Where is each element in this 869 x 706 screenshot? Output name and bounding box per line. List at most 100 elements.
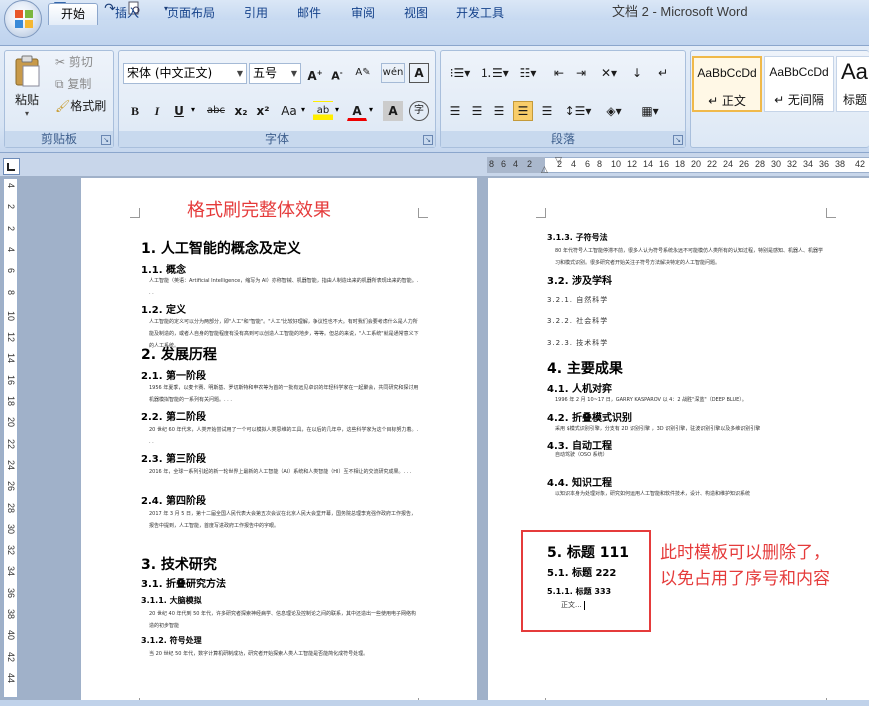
heading-2[interactable]: 2.1. 第一阶段 xyxy=(141,367,206,382)
tab-developer[interactable]: 开发工具 xyxy=(454,3,506,25)
heading-2[interactable]: 2.2. 第二阶段 xyxy=(141,408,206,423)
align-right-icon[interactable]: ☰ xyxy=(489,101,509,121)
underline-button[interactable]: U xyxy=(169,101,189,121)
body-text[interactable]: 20 世纪 60 年代末，人类开始尝试用了一个可以模拟人类思维的工具，在以后的几… xyxy=(149,424,419,448)
heading-2[interactable]: 1.1. 概念 xyxy=(141,261,186,276)
heading-2[interactable]: 1.2. 定义 xyxy=(141,301,186,316)
align-center-icon[interactable]: ☰ xyxy=(467,101,487,121)
strikethrough-button[interactable]: abc xyxy=(203,101,229,121)
clear-formatting-icon[interactable]: A✎ xyxy=(353,63,373,83)
heading-3[interactable]: 3.1.1. 大脑模拟 xyxy=(141,595,202,606)
character-border-icon[interactable]: A xyxy=(409,63,429,83)
paragraph-launcher-icon[interactable]: ↘ xyxy=(673,135,683,145)
tab-mailings[interactable]: 邮件 xyxy=(295,3,323,25)
line-spacing-icon[interactable]: ↕☰▾ xyxy=(563,101,593,121)
bold-button[interactable]: B xyxy=(125,101,145,121)
body-text[interactable]: 3.2.2. 社会科学 xyxy=(547,315,608,327)
heading-2[interactable]: 2.3. 第三阶段 xyxy=(141,450,206,465)
bullets-icon[interactable]: ⁝☰▾ xyxy=(445,63,475,83)
tab-page-layout[interactable]: 页面布局 xyxy=(165,3,217,25)
grow-font-icon[interactable]: A+ xyxy=(305,63,325,83)
office-button[interactable] xyxy=(4,0,42,38)
body-text[interactable]: 以知识本身为处理对象，研究如何运用人工智能和软件技术，设计、构造和维护知识系统 xyxy=(555,488,825,500)
cut-button[interactable]: ✂ 剪切 xyxy=(55,53,93,73)
body-text[interactable]: 1956 年夏季，以麦卡赛、明斯基、罗切斯特和申农等为首的一批有远见卓识的年轻科… xyxy=(149,382,419,406)
underline-dropdown-icon[interactable]: ▾ xyxy=(191,105,195,114)
tab-references[interactable]: 引用 xyxy=(242,3,270,25)
heading-1[interactable]: 2. 发展历程 xyxy=(141,344,217,364)
font-color-button[interactable]: A xyxy=(347,101,367,121)
change-case-dropdown-icon[interactable]: ▾ xyxy=(301,105,305,114)
heading-2[interactable]: 4.2. 折叠模式识别 xyxy=(547,409,632,424)
borders-icon[interactable]: ▦▾ xyxy=(635,101,665,121)
show-marks-icon[interactable]: ↵ xyxy=(653,63,673,83)
body-text[interactable]: 自动驾驶（OSO 系统） xyxy=(555,449,825,461)
heading-2[interactable]: 4.4. 知识工程 xyxy=(547,474,612,489)
character-shading-button[interactable]: A xyxy=(383,101,403,121)
increase-indent-icon[interactable]: ⇥ xyxy=(571,63,591,83)
template-heading-1[interactable]: 5. 标题 111 xyxy=(547,542,629,562)
change-case-button[interactable]: Aa xyxy=(277,101,301,121)
page-1[interactable]: 格式刷完整体效果 1. 人工智能的概念及定义 1.1. 概念 人工智能（英语：Art… xyxy=(81,178,477,706)
copy-button[interactable]: ⧉ 复制 xyxy=(55,75,91,95)
style-heading[interactable]: Aa 标题 xyxy=(836,56,869,112)
multilevel-list-icon[interactable]: ☷▾ xyxy=(513,63,543,83)
distributed-icon[interactable]: ☰ xyxy=(537,101,557,121)
numbering-icon[interactable]: ⒈☰▾ xyxy=(479,63,509,83)
paste-dropdown-icon[interactable]: ▾ xyxy=(25,109,29,118)
template-heading-2[interactable]: 5.1. 标题 222 xyxy=(547,564,616,579)
tab-view[interactable]: 视图 xyxy=(402,3,430,25)
template-heading-3[interactable]: 5.1.1. 标题 333 xyxy=(547,586,611,597)
body-text[interactable]: 当 20 世纪 50 年代，数字计算机研制成功，研究者开始探索人类人工智能是否能… xyxy=(149,648,419,660)
style-normal[interactable]: AaBbCcDd ↵ 正文 xyxy=(692,56,762,112)
align-left-icon[interactable]: ☰ xyxy=(445,101,465,121)
chinese-layout-icon[interactable]: ✕▾ xyxy=(595,63,623,83)
heading-2[interactable]: 4.1. 人机对弈 xyxy=(547,380,612,395)
clipboard-launcher-icon[interactable]: ↘ xyxy=(101,135,111,145)
heading-3[interactable]: 3.1.2. 符号处理 xyxy=(141,635,202,646)
sort-icon[interactable]: ↓ xyxy=(627,63,647,83)
body-text[interactable]: 2016 年，全球一系列引起的新一轮世界上最新的人工智能（AI）系统和人类智能（… xyxy=(149,466,419,478)
shading-icon[interactable]: ◈▾ xyxy=(599,101,629,121)
body-text[interactable]: 80 年代符号人工智能停滞不前，很多人认为符号系统永远不可能模仿人类所有的认知过… xyxy=(555,245,825,269)
font-launcher-icon[interactable]: ↘ xyxy=(423,135,433,145)
body-text[interactable]: 20 世纪 40 年代到 50 年代，许多研究者探索神经病学、信息理论及控制论之… xyxy=(149,608,419,632)
heading-1[interactable]: 3. 技术研究 xyxy=(141,554,217,574)
heading-1[interactable]: 4. 主要成果 xyxy=(547,358,623,378)
body-text[interactable]: 1996 年 2 月 10~17 日，GARRY KASPAROV 以 4：2 … xyxy=(555,394,825,406)
body-text[interactable]: 2017 年 3 月 5 日，第十二届全国人民代表大会第五次会议在北京人民大会堂… xyxy=(149,508,419,532)
justify-icon[interactable]: ☰ xyxy=(513,101,533,121)
tab-home[interactable]: 开始 xyxy=(48,3,98,25)
first-line-indent-icon[interactable]: ▽ xyxy=(555,156,562,166)
heading-1[interactable]: 1. 人工智能的概念及定义 xyxy=(141,238,301,258)
format-painter-button[interactable]: 🖌格式刷 xyxy=(55,97,106,117)
body-text[interactable]: 3.2.3. 技术科学 xyxy=(547,337,608,349)
template-body[interactable]: 正文... xyxy=(561,600,585,610)
font-name-select[interactable]: 宋体 (中文正文) ▼ xyxy=(123,63,247,84)
shrink-font-icon[interactable]: A- xyxy=(327,63,347,83)
heading-2[interactable]: 2.4. 第四阶段 xyxy=(141,492,206,507)
paste-button[interactable]: 粘贴 xyxy=(15,91,39,111)
tab-insert[interactable]: 插入 xyxy=(113,3,141,25)
body-text[interactable]: 3.2.1. 自然科学 xyxy=(547,294,608,306)
style-no-spacing[interactable]: AaBbCcDd ↵ 无间隔 xyxy=(764,56,834,112)
phonetic-guide-icon[interactable]: wén xyxy=(381,63,405,83)
subscript-button[interactable]: x₂ xyxy=(231,101,251,121)
body-text[interactable]: 人工智能（英语：Artificial Intelligence，缩写为 AI）亦… xyxy=(149,275,419,299)
vertical-ruler[interactable]: 4 2 2 4 6 8 10 12 14 16 18 20 22 24 26 28 30 32 34 36 38 40 42… xyxy=(3,178,18,698)
enclose-characters-icon[interactable]: 字 xyxy=(409,101,429,121)
body-text[interactable]: 采用 $模式识别引擎，分支有 2D 识别引擎 ，3D 识别引擎，驻波识别引擎以及… xyxy=(555,423,825,435)
paste-icon[interactable] xyxy=(13,54,43,88)
highlight-icon[interactable]: ab xyxy=(313,101,333,121)
font-color-dropdown-icon[interactable]: ▾ xyxy=(369,105,373,114)
italic-button[interactable]: I xyxy=(147,101,167,121)
heading-3[interactable]: 3.1.3. 子符号法 xyxy=(547,232,608,243)
superscript-button[interactable]: x² xyxy=(253,101,273,121)
heading-2[interactable]: 3.1. 折叠研究方法 xyxy=(141,575,226,590)
hanging-indent-icon[interactable]: △ xyxy=(541,165,548,175)
highlight-dropdown-icon[interactable]: ▾ xyxy=(335,105,339,114)
tab-selector[interactable] xyxy=(3,158,20,175)
heading-2[interactable]: 3.2. 涉及学科 xyxy=(547,272,612,287)
font-size-select[interactable]: 五号 ▼ xyxy=(249,63,301,84)
decrease-indent-icon[interactable]: ⇤ xyxy=(549,63,569,83)
